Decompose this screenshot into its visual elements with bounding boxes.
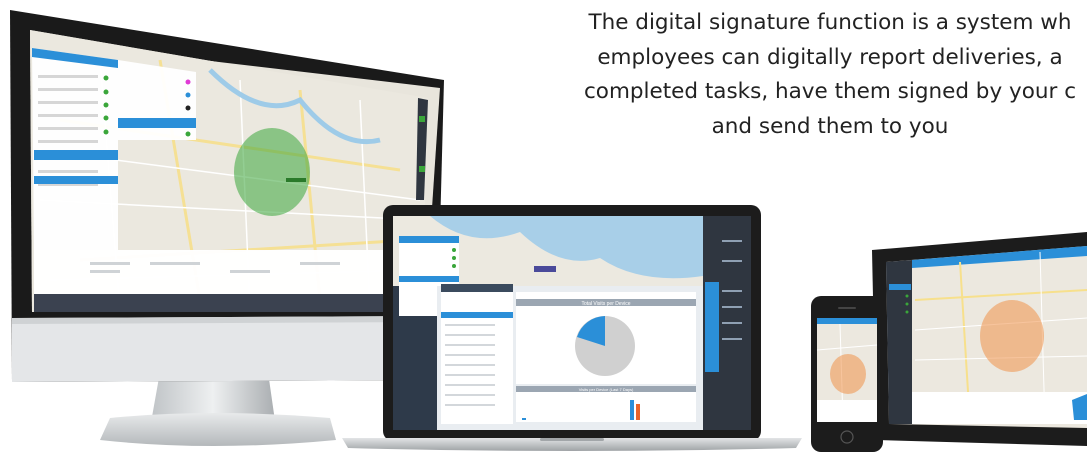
device-illustration: Total Visits per Device Visits per Devic… — [10, 10, 1087, 452]
smartphone — [811, 296, 883, 452]
map-zone-green — [234, 128, 310, 216]
pie-chart-header: Total Visits per Device — [581, 301, 630, 307]
tablet — [872, 232, 1087, 446]
bar-chart-header: Visits per Device (Last 7 Days) — [579, 387, 634, 392]
laptop: Total Visits per Device Visits per Devic… — [342, 205, 802, 451]
map-zone-orange — [980, 300, 1044, 372]
